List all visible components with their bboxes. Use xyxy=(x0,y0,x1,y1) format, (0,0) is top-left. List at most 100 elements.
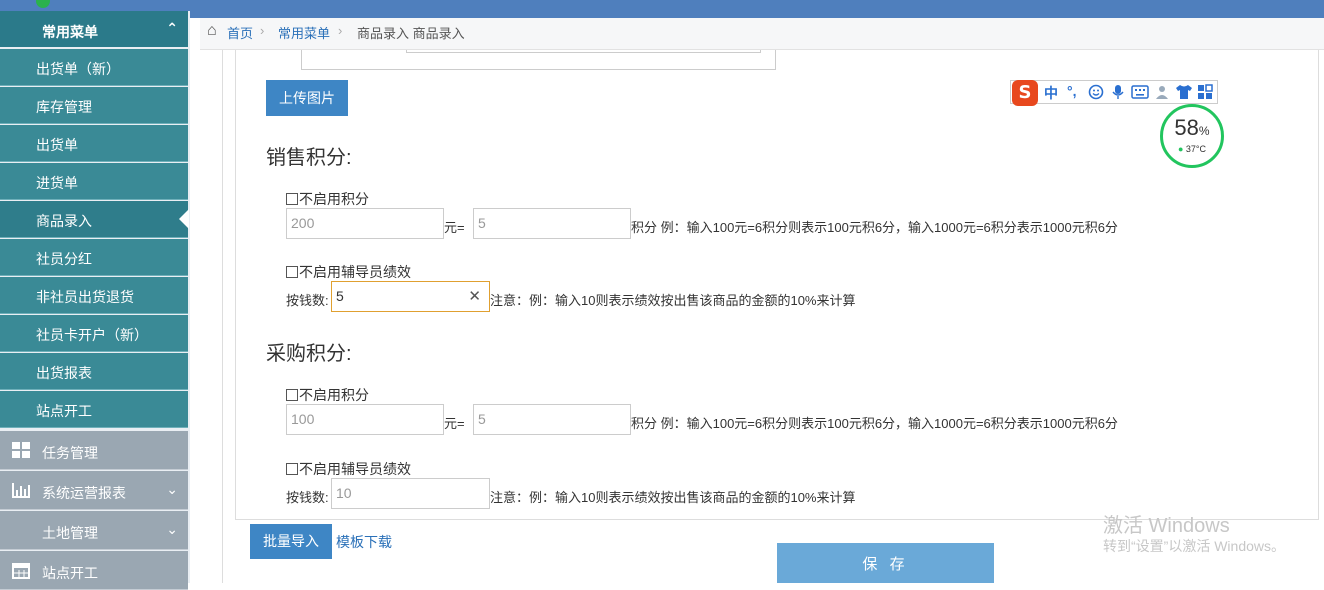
template-download-link[interactable]: 模板下载 xyxy=(336,532,392,552)
checkbox-box[interactable] xyxy=(286,389,298,401)
breadcrumb-menu[interactable]: 常用菜单 xyxy=(278,23,330,42)
menu-grid-icon[interactable] xyxy=(1197,84,1213,100)
image-preview-inner xyxy=(406,50,761,53)
sidebar-header-common-menu[interactable]: 常用菜单 ⌃ xyxy=(0,11,188,47)
purchase-points-hint: 积分 例：输入100元=6积分则表示100元积6分，输入1000元=6积分表示1… xyxy=(631,416,1118,431)
checkbox-label: 不启用辅导员绩效 xyxy=(299,264,411,280)
chevron-down-icon: ⌄ xyxy=(166,481,178,497)
sidebar-header-label: 常用菜单 xyxy=(42,24,98,40)
upload-image-button[interactable]: 上传图片 xyxy=(266,80,348,116)
close-icon[interactable]: ✕ xyxy=(468,287,481,305)
sales-points-input[interactable]: 5 xyxy=(473,208,631,239)
ime-punct-toggle[interactable]: °, xyxy=(1067,83,1077,99)
sidebar-group-land[interactable]: 土地管理 ⌄ xyxy=(0,511,188,550)
sales-points-hint: 积分 例：输入100元=6积分则表示100元积6分，输入1000元=6积分表示1… xyxy=(631,220,1118,235)
sales-amount-input[interactable]: 200 xyxy=(286,208,444,239)
sales-points-title: 销售积分: xyxy=(266,147,352,169)
sales-money-input[interactable]: 5 ✕ xyxy=(331,281,490,312)
chevron-right-icon: › xyxy=(338,23,343,38)
sidebar-item-inventory[interactable]: 库存管理 xyxy=(0,87,188,124)
save-button[interactable]: 保 存 xyxy=(777,543,994,583)
sales-disable-points-checkbox[interactable]: 不启用积分 xyxy=(286,189,369,209)
gauge-temp-value: 37°C xyxy=(1185,144,1207,154)
content-divider xyxy=(222,50,223,583)
checkbox-label: 不启用积分 xyxy=(299,191,369,207)
sales-money-hint: 注意：例：输入10则表示绩效按出售该商品的金额的10%来计算 xyxy=(490,293,856,308)
purchase-points-input[interactable]: 5 xyxy=(473,404,631,435)
sidebar-item-label: 非社员出货退货 xyxy=(36,289,134,305)
input-value: 5 xyxy=(336,288,344,304)
sidebar-item-site-start[interactable]: 站点开工 xyxy=(0,391,188,428)
grid-icon xyxy=(12,442,30,458)
thermometer-icon: ● xyxy=(1177,144,1184,154)
active-indicator xyxy=(179,209,189,229)
sidebar-item-shipment[interactable]: 出货单 xyxy=(0,125,188,162)
sales-disable-guide-checkbox[interactable]: 不启用辅导员绩效 xyxy=(286,262,411,282)
sidebar-group-report[interactable]: 系统运营报表 ⌄ xyxy=(0,471,188,510)
sidebar-item-label: 出货单（新） xyxy=(36,61,120,77)
purchase-disable-points-checkbox[interactable]: 不启用积分 xyxy=(286,385,369,405)
yuan-equals-label: 元= xyxy=(444,416,465,431)
skin-shirt-icon[interactable] xyxy=(1175,84,1193,100)
sidebar-item-label: 社员分红 xyxy=(36,251,92,267)
purchase-disable-guide-checkbox[interactable]: 不启用辅导员绩效 xyxy=(286,459,411,479)
sidebar-item-shipment-new[interactable]: 出货单（新） xyxy=(0,49,188,86)
sidebar-item-label: 库存管理 xyxy=(36,99,92,115)
sidebar-group-label: 系统运营报表 xyxy=(42,485,126,501)
sidebar-item-label: 进货单 xyxy=(36,175,78,191)
sidebar-item-shipment-report[interactable]: 出货报表 xyxy=(0,353,188,390)
chevron-right-icon: › xyxy=(260,23,265,38)
checkbox-box[interactable] xyxy=(286,463,298,475)
windows-activation-watermark-text: 转到“设置”以激活 Windows。 xyxy=(1103,538,1286,554)
gauge-percent-value: 58 xyxy=(1174,115,1199,140)
sidebar-item-label: 社员卡开户（新） xyxy=(36,327,148,343)
purchase-money-label: 按钱数: xyxy=(286,490,329,505)
purchase-money-hint: 注意：例：输入10则表示绩效按出售该商品的金额的10%来计算 xyxy=(490,490,856,505)
windows-activation-watermark-title: 激活 Windows xyxy=(1103,515,1230,537)
breadcrumb-home[interactable]: 首页 xyxy=(227,23,253,42)
checkbox-label: 不启用积分 xyxy=(299,387,369,403)
ime-lang-toggle[interactable]: 中 xyxy=(1044,83,1058,103)
sidebar-group-task[interactable]: 任务管理 xyxy=(0,431,188,470)
purchase-amount-input[interactable]: 100 xyxy=(286,404,444,435)
chevron-down-icon: ⌄ xyxy=(166,521,178,537)
sidebar-item-label: 出货单 xyxy=(36,137,78,153)
emoji-icon[interactable] xyxy=(1088,84,1104,100)
sidebar-item-member-card[interactable]: 社员卡开户（新） xyxy=(0,315,188,352)
sidebar-group-label: 站点开工 xyxy=(42,565,98,581)
breadcrumb-current: 商品录入 商品录入 xyxy=(357,26,465,41)
sidebar-group-label: 土地管理 xyxy=(42,525,98,541)
sidebar-item-product-entry[interactable]: 商品录入 xyxy=(0,201,189,238)
sidebar-group-site-start[interactable]: 站点开工 xyxy=(0,551,188,590)
breadcrumb: ⌂ 首页 › 常用菜单 › 商品录入 商品录入 xyxy=(200,18,1324,50)
cpu-gauge-widget[interactable]: 58% ● 37°C xyxy=(1160,104,1224,168)
sidebar-item-purchase[interactable]: 进货单 xyxy=(0,163,188,200)
gauge-percent: 58% xyxy=(1163,115,1221,141)
gauge-percent-unit: % xyxy=(1198,124,1210,138)
purchase-money-input[interactable]: 10 xyxy=(331,478,490,509)
microphone-icon[interactable] xyxy=(1111,84,1125,100)
checkbox-box[interactable] xyxy=(286,266,298,278)
sidebar-item-label: 商品录入 xyxy=(36,213,92,229)
sogou-logo-icon[interactable]: S xyxy=(1012,80,1038,106)
logo-icon xyxy=(36,0,50,8)
batch-import-button[interactable]: 批量导入 xyxy=(250,524,332,559)
gauge-temperature: ● 37°C xyxy=(1163,144,1221,154)
sidebar-item-member-dividend[interactable]: 社员分红 xyxy=(0,239,188,276)
chevron-up-icon: ⌃ xyxy=(166,20,178,36)
bar-chart-icon xyxy=(12,483,30,498)
checkbox-box[interactable] xyxy=(286,193,298,205)
top-bar xyxy=(0,0,1324,18)
checkbox-label: 不启用辅导员绩效 xyxy=(299,461,411,477)
sidebar-item-label: 出货报表 xyxy=(36,365,92,381)
calendar-icon xyxy=(12,563,30,579)
image-preview-box xyxy=(301,50,776,70)
user-tools-icon[interactable] xyxy=(1154,84,1172,100)
home-icon[interactable]: ⌂ xyxy=(207,22,217,40)
keyboard-icon[interactable] xyxy=(1131,85,1149,99)
sidebar-group-label: 任务管理 xyxy=(42,445,98,461)
sidebar: 常用菜单 ⌃ 出货单（新） 库存管理 出货单 进货单 商品录入 社员分红 非社员… xyxy=(0,11,190,590)
purchase-points-title: 采购积分: xyxy=(266,343,352,365)
sidebar-item-nonmember-return[interactable]: 非社员出货退货 xyxy=(0,277,188,314)
ime-toolbar: S 中 °, xyxy=(1010,80,1218,106)
